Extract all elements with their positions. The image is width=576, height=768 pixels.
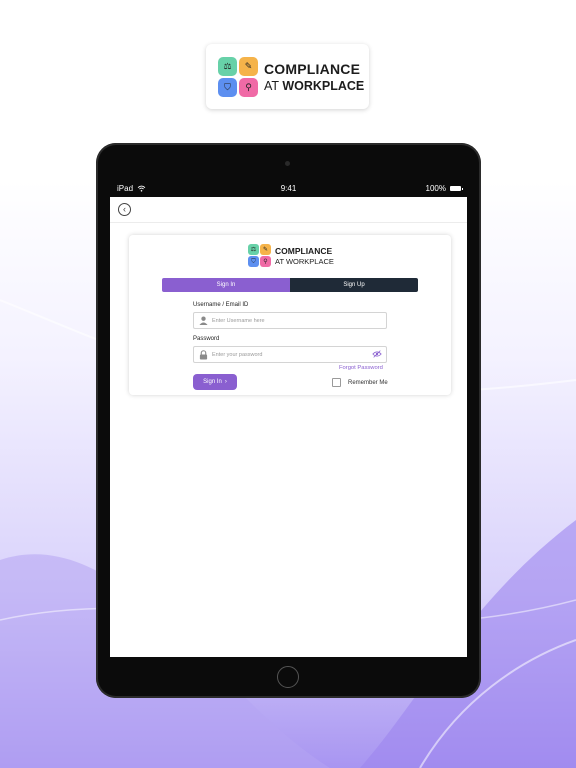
- tab-sign-in[interactable]: Sign In: [162, 278, 290, 292]
- gavel-icon: ⚖: [248, 244, 259, 255]
- brand-line1: COMPLIANCE: [264, 60, 361, 77]
- card-brand-logo: ⚖ ✎ ⛉ ⚲ COMPLIANCE AT WORKPLACE: [248, 244, 334, 267]
- tab-sign-up[interactable]: Sign Up: [290, 278, 418, 292]
- forgot-password-link[interactable]: Forgot Password: [339, 365, 383, 371]
- battery-icon: [450, 186, 463, 191]
- app-screen: ‹ ⚖ ✎ ⛉ ⚲ COMPLIANCE AT WORKPLACE Sign I…: [110, 197, 467, 657]
- card-brand-line2: AT WORKPLACE: [275, 256, 334, 266]
- eye-slash-icon[interactable]: [372, 350, 382, 358]
- remember-me-checkbox[interactable]: [332, 378, 341, 387]
- chevron-left-icon: ‹: [123, 204, 126, 214]
- card-wordmark: COMPLIANCE AT WORKPLACE: [275, 246, 334, 266]
- card-logo-mark: ⚖ ✎ ⛉ ⚲: [248, 244, 271, 267]
- magnifier-icon: ⚲: [260, 256, 271, 267]
- shield-icon: ⛉: [218, 77, 237, 97]
- document-icon: ✎: [260, 244, 271, 255]
- username-label: Username / Email ID: [193, 302, 249, 308]
- chevron-right-icon: ›: [224, 379, 227, 385]
- remember-me-label: Remember Me: [348, 379, 388, 386]
- status-bar: iPad 9:41 100%: [110, 181, 467, 196]
- back-button[interactable]: ‹: [118, 203, 131, 216]
- battery-percent: 100%: [425, 184, 446, 193]
- brand-wordmark: COMPLIANCE AT WORKPLACE: [264, 61, 364, 93]
- shield-icon: ⛉: [248, 256, 259, 267]
- username-field[interactable]: [193, 312, 387, 329]
- password-input[interactable]: [212, 351, 362, 358]
- brand-logo-card: ⚖ ✎ ⛉ ⚲ COMPLIANCE AT WORKPLACE: [206, 44, 369, 109]
- username-input[interactable]: [212, 317, 362, 324]
- status-time: 9:41: [280, 184, 297, 193]
- gavel-icon: ⚖: [218, 56, 237, 76]
- home-button[interactable]: [277, 666, 299, 688]
- remember-me[interactable]: Remember Me: [332, 378, 388, 387]
- password-field[interactable]: [193, 346, 387, 363]
- brand-line2-prefix: AT: [264, 78, 279, 93]
- brand-line2-bold: WORKPLACE: [282, 78, 365, 93]
- app-topbar: ‹: [110, 197, 467, 223]
- auth-tabs: Sign In Sign Up: [162, 278, 418, 292]
- sign-in-button[interactable]: Sign In ›: [193, 374, 237, 390]
- lock-icon: [198, 349, 208, 360]
- front-camera: [285, 161, 290, 166]
- card-brand-line1: COMPLIANCE: [275, 245, 333, 256]
- password-label: Password: [193, 336, 220, 342]
- brand-line2: AT WORKPLACE: [264, 79, 364, 93]
- sign-in-button-label: Sign In: [203, 379, 222, 385]
- user-icon: [198, 316, 208, 326]
- brand-logo-mark: ⚖ ✎ ⛉ ⚲: [218, 56, 258, 97]
- login-card: ⚖ ✎ ⛉ ⚲ COMPLIANCE AT WORKPLACE Sign In …: [129, 235, 451, 395]
- magnifier-icon: ⚲: [239, 77, 258, 97]
- document-icon: ✎: [239, 56, 258, 76]
- ipad-device: iPad 9:41 100% ‹ ⚖ ✎ ⛉ ⚲ COMPLIANCE AT W…: [96, 143, 481, 698]
